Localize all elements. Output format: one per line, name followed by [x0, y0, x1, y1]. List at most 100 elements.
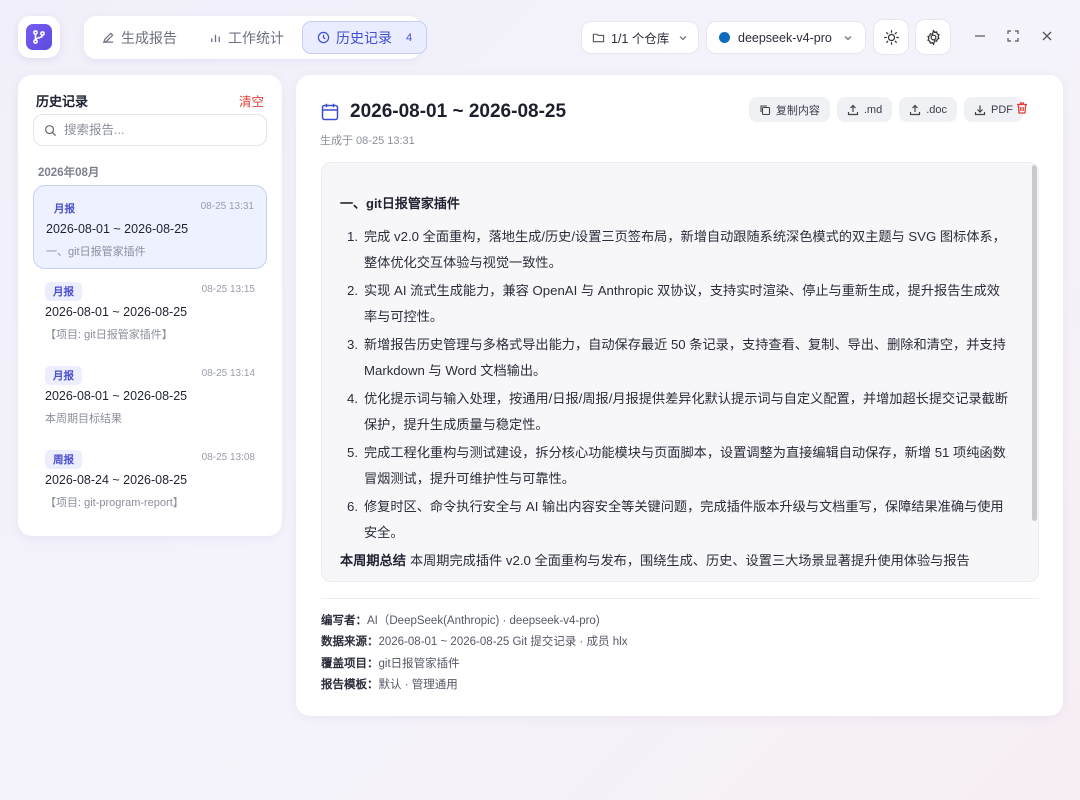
- git-branch-icon: [26, 24, 52, 50]
- history-item-range: 2026-08-01 ~ 2026-08-25: [45, 389, 188, 403]
- report-list-item: 6. 修复时区、命令执行安全与 AI 输出内容安全等关键问题，完成插件版本升级与文…: [340, 494, 1012, 546]
- item-text: 新增报告历史管理与多格式导出能力，自动保存最近 50 条记录，支持查看、复制、导…: [364, 337, 1006, 378]
- theme-toggle-button[interactable]: [873, 19, 909, 55]
- item-number: 6.: [347, 499, 358, 514]
- history-item-range: 2026-08-01 ~ 2026-08-25: [45, 305, 188, 319]
- period-summary: 本周期总结 本周期完成插件 v2.0 全面重构与发布，围绕生成、历史、设置三大场景…: [340, 548, 1012, 574]
- summary-label: 本周期总结: [340, 553, 406, 568]
- upload-icon: [910, 104, 921, 115]
- history-item[interactable]: 周报 08-25 13:08 2026-08-24 ~ 2026-08-25 【…: [33, 437, 267, 521]
- meta-row: 覆盖项目：git日报管家插件: [321, 654, 627, 675]
- repo-select-label: 1/1 个仓库: [611, 32, 670, 46]
- item-text: 优化提示词与输入处理，按通用/日报/周报/月报提供差异化默认提示词与自定义配置，…: [364, 391, 1008, 432]
- export-pdf-label: PDF: [991, 103, 1013, 116]
- report-list-item: 3. 新增报告历史管理与多格式导出能力，自动保存最近 50 条记录，支持查看、复制…: [340, 332, 1012, 384]
- copy-icon: [760, 104, 770, 115]
- close-button[interactable]: [1039, 28, 1055, 44]
- main-tabs: 生成报告 工作统计 历史记录 4: [84, 16, 428, 59]
- clear-history-button[interactable]: 清空: [239, 91, 264, 110]
- item-number: 2.: [347, 283, 358, 298]
- clock-icon: [317, 31, 330, 44]
- close-icon: [1042, 31, 1052, 41]
- item-text: 完成 v2.0 全面重构，落地生成/历史/设置三页签布局，新增自动跟随系统深色模…: [364, 229, 1006, 270]
- history-item-preview: 【项目: git-program-report】: [45, 497, 184, 509]
- copy-label: 复制内容: [775, 104, 820, 117]
- app-logo: [18, 16, 60, 58]
- calendar-icon: [321, 103, 339, 121]
- history-item-preview: 【项目: git日报管家插件】: [45, 329, 173, 341]
- gear-icon: [926, 28, 940, 46]
- item-number: 1.: [347, 229, 358, 244]
- minimize-button[interactable]: [972, 28, 988, 44]
- minimize-icon: [975, 35, 985, 37]
- model-select[interactable]: deepseek-v4-pro: [706, 21, 866, 54]
- copy-content-button[interactable]: 复制内容: [748, 97, 830, 122]
- report-type-badge: 月报: [45, 282, 82, 301]
- meta-key: 数据来源：: [321, 636, 379, 649]
- maximize-icon: [1007, 30, 1019, 42]
- tab-label: 历史记录: [336, 29, 392, 46]
- history-item[interactable]: 月报 08-25 13:31 2026-08-01 ~ 2026-08-25 一…: [33, 185, 267, 269]
- trash-icon: [1017, 102, 1027, 114]
- tab-generate-report[interactable]: 生成报告: [88, 21, 191, 54]
- month-group-label: 2026年08月: [38, 167, 100, 179]
- meta-row: 报告模板：默认 · 管理通用: [321, 675, 627, 696]
- item-number: 4.: [347, 391, 358, 406]
- meta-key: 覆盖项目：: [321, 657, 379, 670]
- item-text: 修复时区、命令执行安全与 AI 输出内容安全等关键问题，完成插件版本升级与文档重…: [364, 499, 1004, 540]
- history-item-range: 2026-08-24 ~ 2026-08-25: [45, 473, 188, 487]
- report-meta: 编写者：AI（DeepSeek(Anthropic) · deepseek-v4…: [321, 611, 627, 696]
- history-item[interactable]: 月报 08-25 13:14 2026-08-01 ~ 2026-08-25 本…: [33, 353, 267, 437]
- history-count-badge: 4: [406, 31, 413, 44]
- meta-row: 编写者：AI（DeepSeek(Anthropic) · deepseek-v4…: [321, 611, 627, 632]
- history-item-range: 2026-08-01 ~ 2026-08-25: [46, 222, 189, 236]
- item-text: 实现 AI 流式生成能力，兼容 OpenAI 与 Anthropic 双协议，支…: [364, 283, 1000, 324]
- folder-icon: [592, 33, 605, 43]
- report-title: 2026-08-01 ~ 2026-08-25: [350, 101, 567, 122]
- export-doc-button[interactable]: .doc: [899, 97, 957, 122]
- history-sidebar: 历史记录 清空 2026年08月 月报 08-25 13:31 2026-08-…: [18, 75, 282, 536]
- history-item-time: 08-25 13:08: [201, 452, 255, 463]
- history-item-time: 08-25 13:15: [201, 284, 255, 295]
- summary-text: 本周期完成插件 v2.0 全面重构与发布，围绕生成、历史、设置三大场景显著提升使…: [409, 553, 970, 568]
- history-item-time: 08-25 13:31: [200, 201, 254, 212]
- sidebar-title: 历史记录: [36, 94, 89, 109]
- export-md-label: .md: [863, 103, 883, 116]
- report-type-badge: 月报: [54, 203, 75, 215]
- pencil-icon: [102, 32, 114, 44]
- history-item-preview: 本周期目标结果: [45, 413, 122, 425]
- history-item[interactable]: 月报 08-25 13:15 2026-08-01 ~ 2026-08-25 【…: [33, 269, 267, 353]
- export-md-button[interactable]: .md: [836, 97, 893, 122]
- meta-value: 默认 · 管理通用: [378, 678, 458, 691]
- report-actions: 复制内容 .md .doc PDF: [748, 97, 1023, 122]
- report-content[interactable]: 一、git日报管家插件 1. 完成 v2.0 全面重构，落地生成/历史/设置三页签…: [321, 162, 1039, 582]
- tab-label: 工作统计: [228, 29, 284, 46]
- report-panel: 2026-08-01 ~ 2026-08-25 生成于 08-25 13:31 …: [296, 75, 1063, 716]
- search-box[interactable]: [33, 114, 267, 146]
- download-icon: [974, 105, 986, 115]
- settings-button[interactable]: [915, 19, 951, 55]
- meta-value: AI（DeepSeek(Anthropic) · deepseek-v4-pro…: [367, 615, 600, 627]
- report-list-item: 2. 实现 AI 流式生成能力，兼容 OpenAI 与 Anthropic 双协议…: [340, 278, 1012, 330]
- tab-label: 生成报告: [121, 29, 177, 46]
- item-number: 3.: [347, 337, 358, 352]
- section-heading: 一、git日报管家插件: [340, 196, 460, 211]
- search-input[interactable]: [64, 123, 244, 137]
- chevron-down-icon: [679, 35, 687, 40]
- meta-row: 数据来源：2026-08-01 ~ 2026-08-25 Git 提交记录 · …: [321, 632, 627, 653]
- tab-history[interactable]: 历史记录 4: [302, 21, 428, 54]
- report-list-item: 5. 完成工程化重构与测试建设，拆分核心功能模块与页面脚本，设置调整为直接编辑自动…: [340, 440, 1012, 492]
- tab-work-stats[interactable]: 工作统计: [195, 21, 298, 54]
- meta-value: 2026-08-01 ~ 2026-08-25 Git 提交记录 · 成员 hl…: [378, 636, 628, 649]
- report-item-list: 1. 完成 v2.0 全面重构，落地生成/历史/设置三页签布局，新增自动跟随系统深…: [340, 224, 1012, 546]
- bar-chart-icon: [211, 34, 220, 43]
- repo-select[interactable]: 1/1 个仓库: [581, 21, 699, 54]
- maximize-button[interactable]: [1005, 28, 1021, 44]
- meta-key: 编写者：: [321, 615, 367, 627]
- content-scrollbar[interactable]: [1032, 165, 1037, 521]
- report-type-badge: 月报: [45, 366, 82, 385]
- delete-report-button[interactable]: [1015, 101, 1029, 120]
- report-list-item: 4. 优化提示词与输入处理，按通用/日报/周报/月报提供差异化默认提示词与自定义配…: [340, 386, 1012, 438]
- export-doc-label: .doc: [926, 103, 947, 116]
- report-header: 2026-08-01 ~ 2026-08-25: [320, 101, 566, 123]
